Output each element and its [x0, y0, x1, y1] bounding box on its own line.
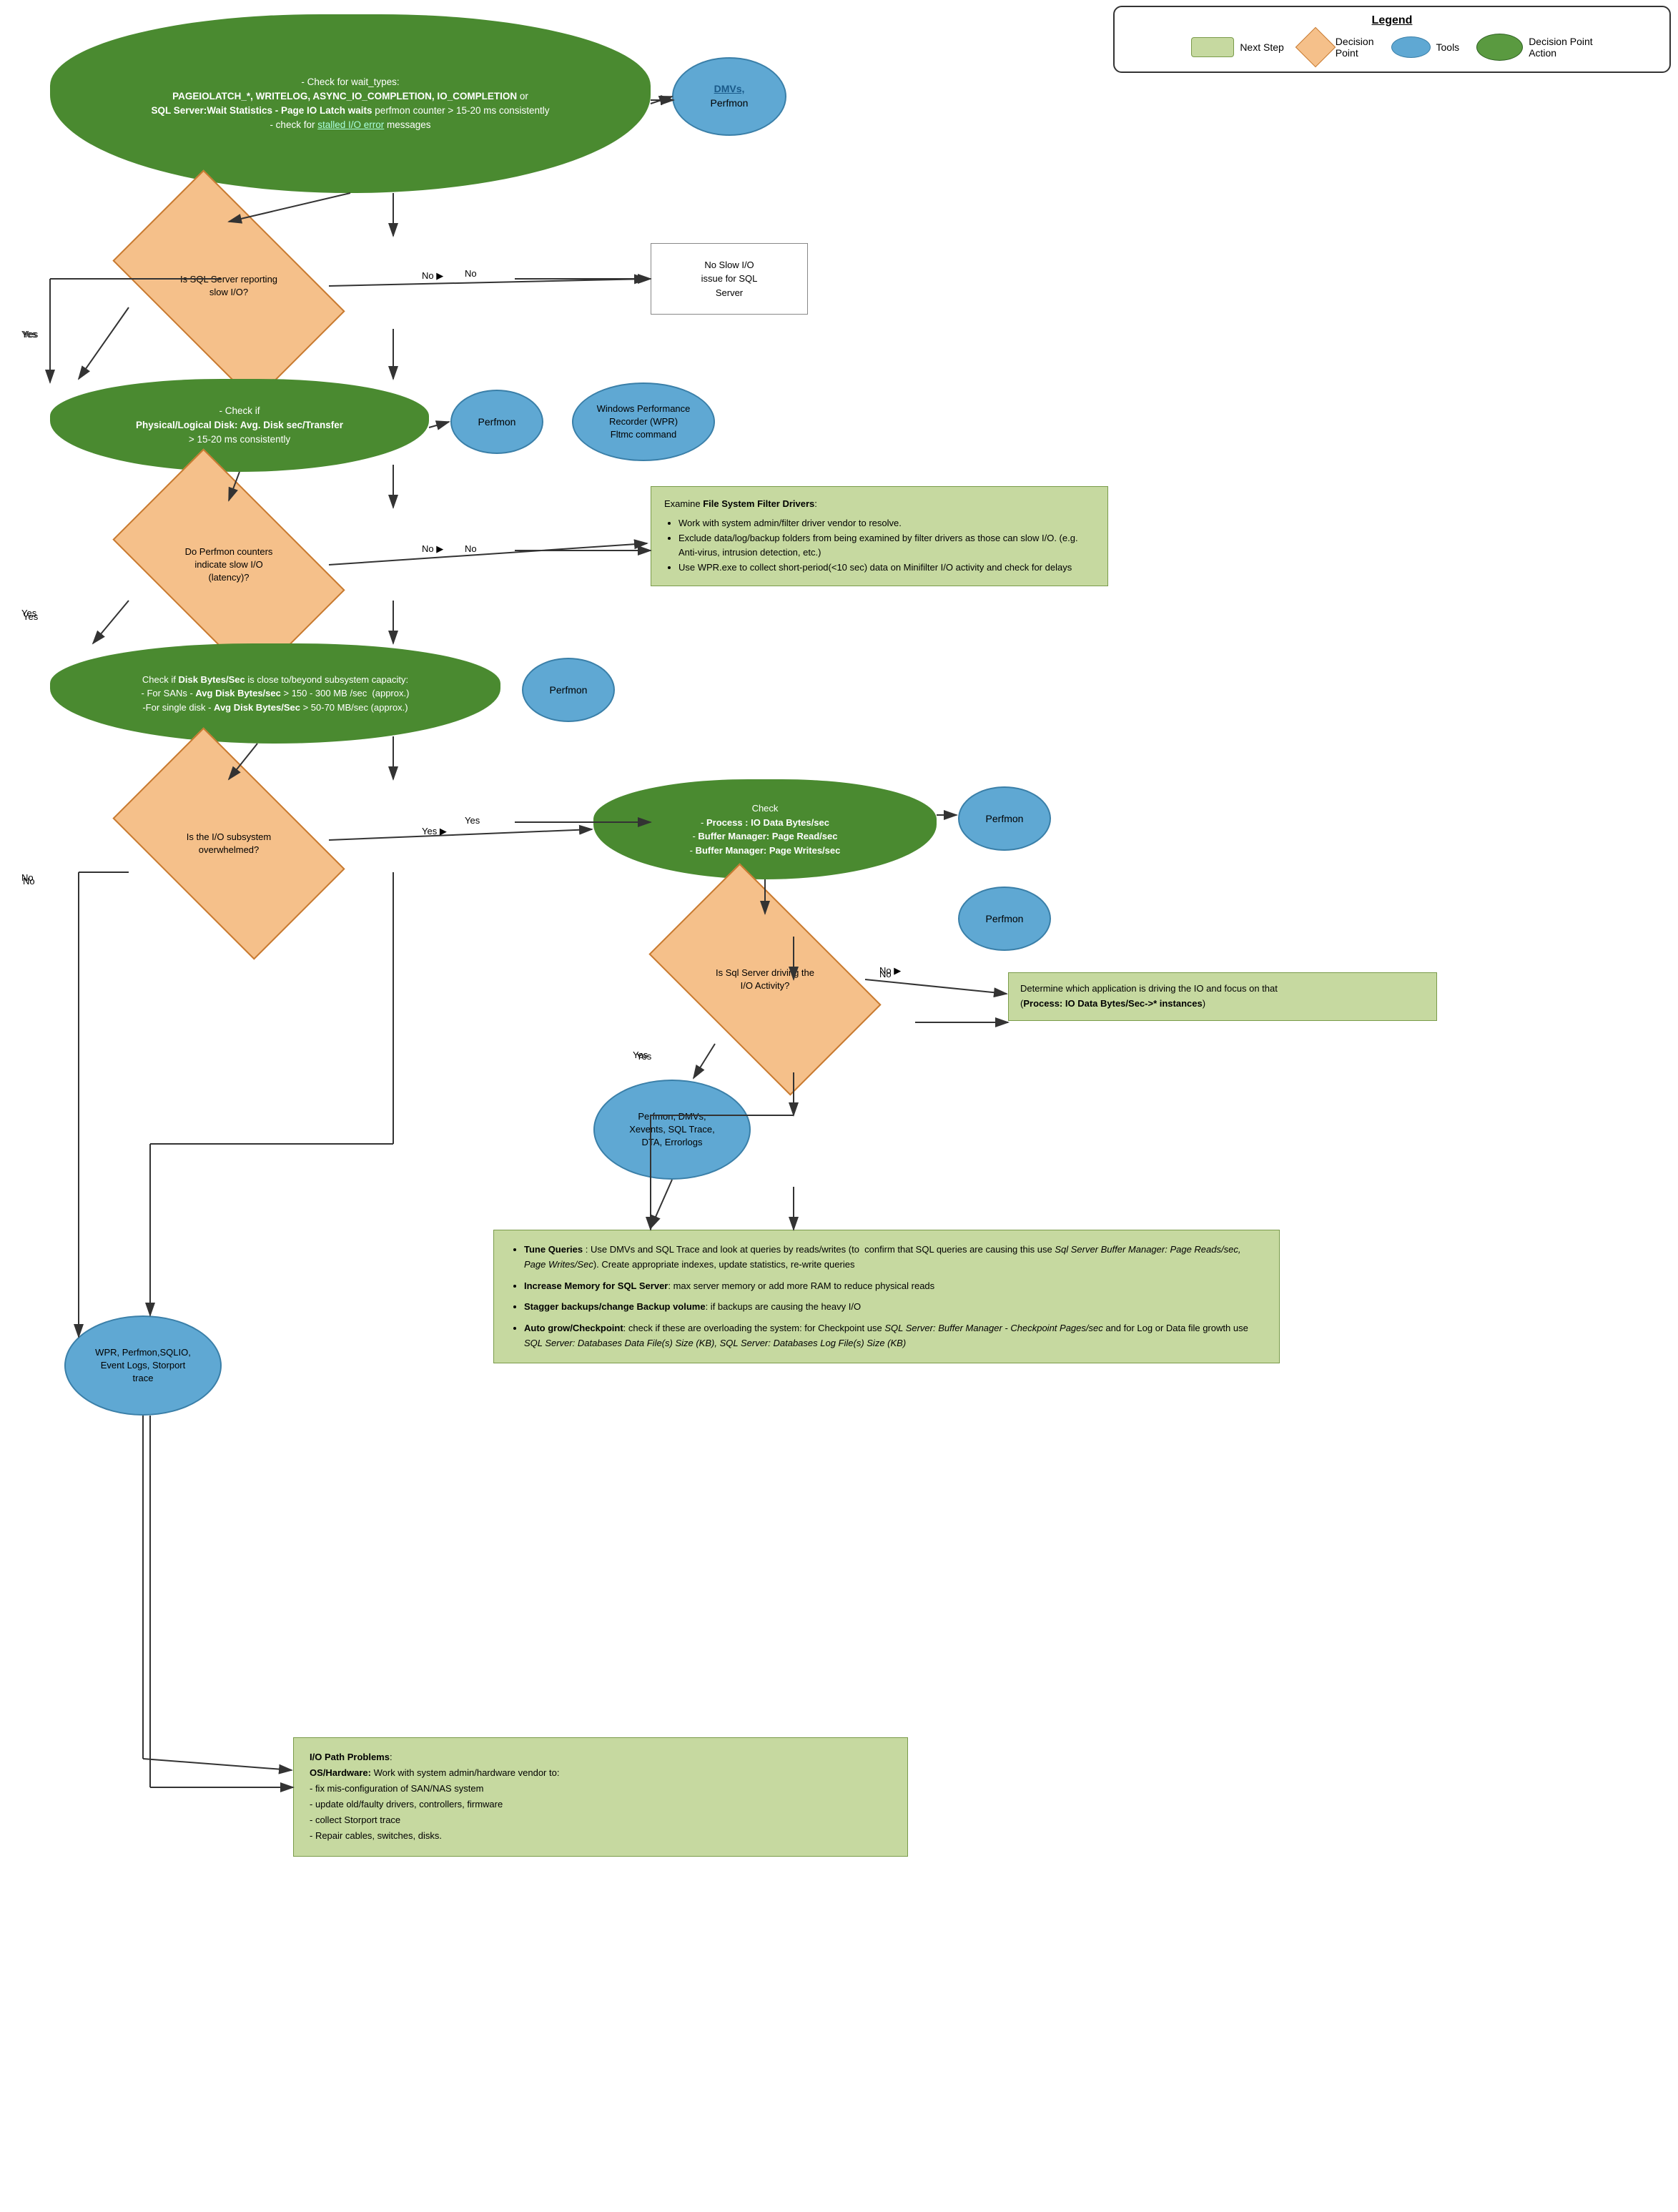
flow-label-yes4: Yes [633, 1050, 648, 1060]
node1-text: - Check for wait_types: PAGEIOLATCH_*, W… [151, 75, 549, 133]
node10-item3: Stagger backups/change Backup volume: if… [524, 1299, 1263, 1314]
node12-box: I/O Path Problems: OS/Hardware: Work wit… [293, 1737, 908, 1857]
node3-wpr-text: Windows PerformanceRecorder (WPR)Fltmc c… [597, 403, 691, 442]
node9-oval: Perfmon, DMVs,Xevents, SQL Trace,DTA, Er… [593, 1080, 751, 1180]
node2-no-label: No [465, 268, 477, 279]
node7-perfmon2-oval: Perfmon [958, 887, 1051, 951]
node7-perfmon-text: Perfmon [986, 813, 1024, 824]
node4-no-label: No [465, 543, 477, 554]
node11-text: WPR, Perfmon,SQLIO,Event Logs, Storportt… [95, 1346, 191, 1386]
flow-label-no1: No ▶ [422, 270, 443, 282]
node7-cloud: Check - Process : IO Data Bytes/sec - Bu… [593, 779, 937, 879]
node8-diamond: Is Sql Server driving theI/O Activity? [665, 915, 865, 1044]
node8-diamond-text: Is Sql Server driving theI/O Activity? [713, 964, 817, 995]
node11-oval: WPR, Perfmon,SQLIO,Event Logs, Storportt… [64, 1315, 222, 1416]
node1-dmvs-text: DMVs,Perfmon [711, 82, 749, 110]
node10-item1: Tune Queries : Use DMVs and SQL Trace an… [524, 1242, 1263, 1273]
flow-label-no4: No ▶ [879, 965, 901, 977]
node4-no-list: Work with system admin/filter driver ven… [678, 516, 1095, 576]
node10-item2: Increase Memory for SQL Server: max serv… [524, 1278, 1263, 1293]
node10-box: Tune Queries : Use DMVs and SQL Trace an… [493, 1230, 1280, 1363]
flow-label-yes1: Yes [23, 329, 38, 340]
node1-dmvs-oval: DMVs,Perfmon [672, 57, 786, 136]
node10-item4: Auto grow/Checkpoint: check if these are… [524, 1320, 1263, 1351]
flow-label-yes3: Yes ▶ [422, 826, 447, 837]
node4-no-item2: Exclude data/log/backup folders from bei… [678, 531, 1095, 561]
node12-title: I/O Path Problems: OS/Hardware: Work wit… [310, 1749, 892, 1845]
node3-perfmon-text: Perfmon [478, 416, 516, 428]
node6-diamond: Is the I/O subsystemoverwhelmed? [129, 779, 329, 908]
node3-perfmon-oval: Perfmon [450, 390, 543, 454]
node7-text: Check - Process : IO Data Bytes/sec - Bu… [690, 801, 841, 857]
stalled-io-link[interactable]: stalled I/O error [317, 119, 384, 130]
node4-no-box: Examine File System Filter Drivers: Work… [651, 486, 1108, 586]
node3-text: - Check ifPhysical/Logical Disk: Avg. Di… [136, 404, 343, 448]
node4-no-item1: Work with system admin/filter driver ven… [678, 516, 1095, 531]
node10-list: Tune Queries : Use DMVs and SQL Trace an… [524, 1242, 1263, 1351]
node5-cloud: Check if Disk Bytes/Sec is close to/beyo… [50, 643, 500, 744]
node8-no-box: Determine which application is driving t… [1008, 972, 1437, 1021]
node4-no-item3: Use WPR.exe to collect short-period(<10 … [678, 561, 1095, 576]
node3-wpr-oval: Windows PerformanceRecorder (WPR)Fltmc c… [572, 382, 715, 461]
node8-no-text: Determine which application is driving t… [1020, 983, 1278, 1009]
flow-label-yes2: Yes [23, 611, 38, 622]
node2-diamond-text: Is SQL Server reportingslow I/O? [177, 270, 280, 302]
no-slow-io-text: No Slow I/Oissue for SQLServer [701, 258, 758, 300]
node5-perfmon-text: Perfmon [550, 684, 588, 696]
node7-perfmon-oval: Perfmon [958, 786, 1051, 851]
node9-text: Perfmon, DMVs,Xevents, SQL Trace,DTA, Er… [629, 1110, 714, 1150]
node1-cloud: - Check for wait_types: PAGEIOLATCH_*, W… [50, 14, 651, 193]
node6-yes-label: Yes [465, 815, 480, 826]
flowchart-container: - Check for wait_types: PAGEIOLATCH_*, W… [7, 0, 1580, 2212]
node4-diamond: Do Perfmon countersindicate slow I/O(lat… [129, 500, 329, 629]
node2-diamond: Is SQL Server reportingslow I/O? [129, 222, 329, 350]
node4-no-title: Examine File System Filter Drivers: [664, 497, 1095, 512]
flow-label-no3: No [23, 876, 35, 887]
node3-cloud: - Check ifPhysical/Logical Disk: Avg. Di… [50, 379, 429, 472]
node6-diamond-text: Is the I/O subsystemoverwhelmed? [184, 828, 275, 859]
flow-label-no2: No ▶ [422, 543, 443, 555]
node5-perfmon-oval: Perfmon [522, 658, 615, 722]
node7-perfmon2-text: Perfmon [986, 913, 1024, 924]
node4-diamond-text: Do Perfmon countersindicate slow I/O(lat… [182, 543, 276, 588]
node5-text: Check if Disk Bytes/Sec is close to/beyo… [142, 673, 410, 715]
no-slow-io-box: No Slow I/Oissue for SQLServer [651, 243, 808, 315]
